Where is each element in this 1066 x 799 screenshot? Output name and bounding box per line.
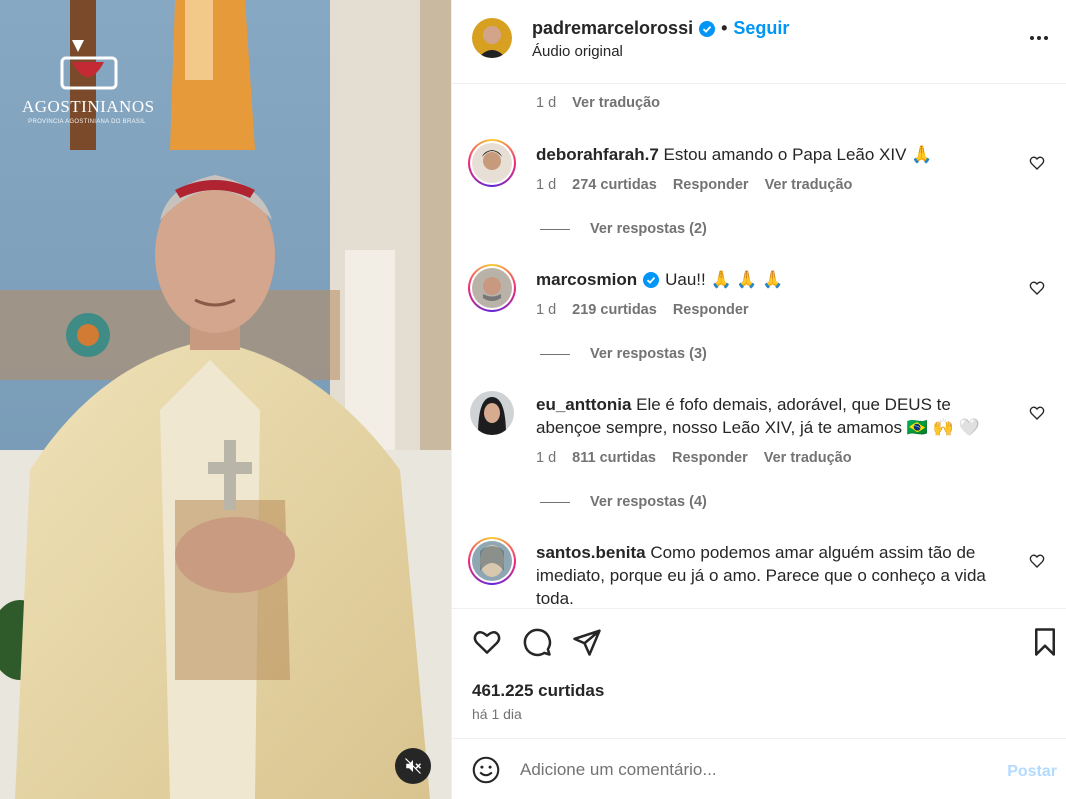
author-avatar[interactable]	[472, 18, 512, 58]
post-side-panel: padremarcelorossi • Seguir Áudio origina…	[451, 0, 1066, 799]
comment-avatar[interactable]	[472, 268, 512, 308]
comment-meta: 1 d 274 curtidas Responder Ver tradução	[536, 177, 852, 193]
comment-time: 1 d	[536, 95, 557, 111]
view-replies-label: Ver respostas (3)	[590, 346, 707, 362]
verified-badge-icon	[643, 271, 660, 288]
comment-meta: 1 d 219 curtidas Responder	[536, 302, 749, 318]
translate-link[interactable]: Ver tradução	[764, 450, 852, 466]
author-line: padremarcelorossi • Seguir	[532, 18, 789, 39]
like-comment-heart-icon[interactable]	[1029, 280, 1045, 296]
comment-time: 1 d	[536, 302, 557, 318]
comment-avatar[interactable]	[472, 541, 512, 581]
comment-meta: 1 d Ver tradução	[536, 95, 660, 111]
reply-button[interactable]: Responder	[672, 450, 748, 466]
comment-avatar[interactable]	[472, 143, 512, 183]
view-replies-label: Ver respostas (4)	[590, 494, 707, 510]
comment-body: deborahfarah.7 Estou amando o Papa Leão …	[536, 143, 1006, 166]
comments-list[interactable]: 1 d Ver tradução deborahfarah.7 Estou am…	[452, 84, 1066, 608]
comment-time: 1 d	[536, 450, 557, 466]
comment-likes[interactable]: 811 curtidas	[572, 450, 656, 466]
speaker-muted-icon	[405, 758, 422, 774]
separator-dot: •	[721, 18, 728, 38]
story-ring[interactable]	[468, 537, 516, 585]
comment-likes[interactable]: 219 curtidas	[572, 302, 657, 318]
post-comment-button[interactable]: Postar	[1007, 763, 1057, 781]
comment-input[interactable]	[520, 757, 990, 783]
like-comment-heart-icon[interactable]	[1029, 155, 1045, 171]
logo-subtitle: PROVÍNCIA AGOSTINIANA DO BRASIL	[28, 119, 146, 125]
likes-count[interactable]: 461.225 curtidas	[472, 681, 604, 701]
view-replies-button[interactable]: Ver respostas (4)	[540, 494, 707, 510]
author-username[interactable]: padremarcelorossi	[532, 18, 693, 39]
view-replies-button[interactable]: Ver respostas (3)	[540, 346, 707, 362]
like-comment-heart-icon[interactable]	[1029, 553, 1045, 569]
post-timestamp[interactable]: há 1 dia	[472, 706, 522, 722]
view-replies-label: Ver respostas (2)	[590, 221, 707, 237]
post-header: padremarcelorossi • Seguir Áudio origina…	[452, 0, 1066, 84]
translate-link[interactable]: Ver tradução	[572, 95, 660, 111]
comment-username[interactable]: santos.benita	[536, 543, 646, 562]
reply-button[interactable]: Responder	[673, 302, 749, 318]
comment-username[interactable]: deborahfarah.7	[536, 145, 659, 164]
post-media[interactable]: AGOSTINIANOS PROVÍNCIA AGOSTINIANA DO BR…	[0, 0, 451, 799]
comment-icon[interactable]	[522, 627, 552, 657]
comment-avatar[interactable]	[470, 391, 514, 435]
replies-divider	[540, 501, 570, 503]
view-replies-button[interactable]: Ver respostas (2)	[540, 221, 707, 237]
logo-title: AGOSTINIANOS	[22, 97, 155, 116]
comment-body: eu_anttonia Ele é fofo demais, adorável,…	[536, 393, 1006, 439]
comment-time: 1 d	[536, 177, 557, 193]
audio-label[interactable]: Áudio original	[532, 43, 623, 60]
follow-button[interactable]: Seguir	[733, 18, 789, 39]
story-ring[interactable]	[468, 139, 516, 187]
comment-body: santos.benita Como podemos amar alguém a…	[536, 541, 1006, 608]
comment-meta: 1 d 811 curtidas Responder Ver tradução	[536, 450, 852, 466]
post-actions: 461.225 curtidas há 1 dia	[452, 608, 1066, 738]
smiley-icon[interactable]	[472, 756, 500, 784]
replies-divider	[540, 353, 570, 355]
heart-icon[interactable]	[472, 627, 502, 657]
comment-body: marcosmion Uau!! 🙏 🙏 🙏	[536, 268, 1006, 291]
reply-button[interactable]: Responder	[673, 177, 749, 193]
bookmark-icon[interactable]	[1030, 627, 1060, 657]
comment-text: Estou amando o Papa Leão XIV 🙏	[663, 145, 933, 164]
comment-text: Uau!! 🙏 🙏 🙏	[665, 270, 784, 289]
mute-button[interactable]	[395, 748, 431, 784]
more-horizontal-icon[interactable]	[1027, 26, 1051, 50]
verified-badge-icon	[699, 20, 716, 37]
story-ring[interactable]	[468, 264, 516, 312]
comment-username[interactable]: marcosmion	[536, 268, 637, 291]
comment-username[interactable]: eu_anttonia	[536, 395, 631, 414]
comment-likes[interactable]: 274 curtidas	[572, 177, 657, 193]
add-comment-bar: Postar	[452, 738, 1066, 799]
replies-divider	[540, 228, 570, 230]
translate-link[interactable]: Ver tradução	[765, 177, 853, 193]
send-icon[interactable]	[572, 627, 602, 657]
like-comment-heart-icon[interactable]	[1029, 405, 1045, 421]
